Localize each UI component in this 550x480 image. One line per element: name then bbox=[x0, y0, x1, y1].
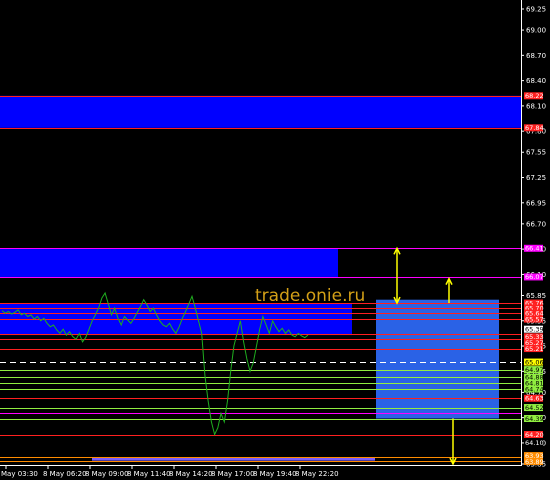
price-tag-label-16: 64.74 bbox=[525, 385, 544, 393]
price-tag-label-19: 64.39 bbox=[525, 415, 544, 423]
price-tick-label-7: 67.25 bbox=[526, 174, 546, 182]
price-tick-label-1: 69.00 bbox=[526, 27, 546, 35]
price-tick-label-6: 67.55 bbox=[526, 149, 546, 157]
watermark: trade.onie.ru bbox=[255, 286, 365, 306]
price-tick-label-8: 66.95 bbox=[526, 199, 546, 207]
price-tag-label-0: 68.22 bbox=[525, 92, 544, 100]
time-tick-label-6: 8 May 19:40 bbox=[253, 470, 297, 478]
price-tag-label-21: 64.10 bbox=[525, 439, 544, 447]
price-tag-label-20: 64.20 bbox=[525, 431, 544, 439]
price-tag-label-3: 66.07 bbox=[525, 273, 544, 281]
price-tag-label-2: 66.41 bbox=[525, 245, 544, 253]
price-tag-label-17: 64.63 bbox=[525, 395, 544, 403]
time-tick-label-2: 8 May 09:00 bbox=[85, 470, 129, 478]
price-tag-label-11: 65.21 bbox=[525, 345, 544, 353]
price-tag-label-1: 67.84 bbox=[525, 124, 544, 132]
time-tick-label-3: 8 May 11:40 bbox=[127, 470, 171, 478]
zone-middle bbox=[0, 248, 338, 277]
price-tag-label-18: 64.52 bbox=[525, 404, 544, 412]
time-tick-label-1: 8 May 06:20 bbox=[43, 470, 87, 478]
price-tick-label-9: 66.70 bbox=[526, 220, 546, 228]
time-tick-label-5: 8 May 17:00 bbox=[211, 470, 255, 478]
price-tick-label-3: 68.40 bbox=[526, 77, 546, 85]
price-chart[interactable]: trade.onie.ru 69.25 69.00 68.70 68.40 68.10 6… bbox=[0, 0, 550, 480]
price-tick-label-0: 69.25 bbox=[526, 6, 546, 14]
price-tag-label-23: 63.89 bbox=[525, 458, 544, 466]
price-tick-label-2: 68.70 bbox=[526, 52, 546, 60]
price-tag-label-7: 65.57 bbox=[525, 315, 544, 323]
price-tick-label-4: 68.10 bbox=[526, 102, 546, 110]
time-tick-label-7: 8 May 22:20 bbox=[295, 470, 339, 478]
zone-projection bbox=[376, 299, 499, 419]
zone-upper bbox=[0, 95, 521, 128]
time-tick-label-0: May 03:30 bbox=[1, 470, 38, 478]
time-tick-label-4: 8 May 14:20 bbox=[169, 470, 213, 478]
